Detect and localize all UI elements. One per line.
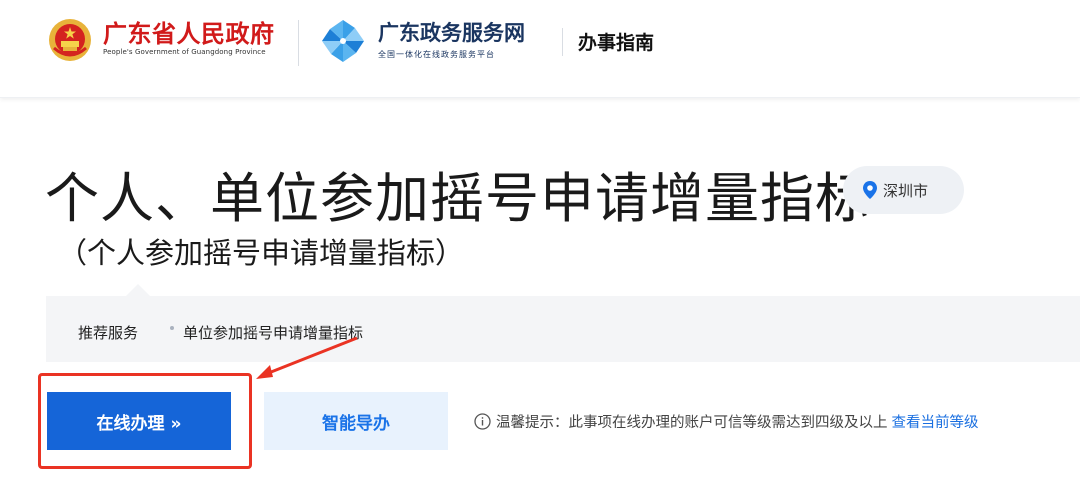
page-title: 个人、单位参加摇号申请增量指标: [45, 167, 870, 230]
check-level-link[interactable]: 查看当前等级: [892, 411, 979, 432]
breadcrumb-item-current[interactable]: 单位参加摇号申请增量指标: [183, 322, 363, 343]
header-divider-2: [562, 28, 563, 56]
header-divider: [298, 20, 299, 66]
hint-row: 温馨提示：此事项在线办理的账户可信等级需达到四级及以上 查看当前等级: [474, 411, 979, 432]
service-subtitle: 全国一体化在线政务服务平台: [378, 50, 495, 59]
gov-name: 广东省人民政府: [103, 20, 275, 48]
breadcrumb-notch: [126, 284, 150, 296]
breadcrumb-item-recommended[interactable]: 推荐服务: [78, 322, 138, 343]
location-text: 深圳市: [883, 181, 929, 200]
info-circle-icon: [474, 413, 491, 430]
page-subtitle: （个人参加摇号申请增量指标）: [58, 236, 465, 270]
online-apply-button[interactable]: 在线办理 »: [47, 392, 231, 450]
gov-name-en: People's Government of Guangdong Provinc…: [103, 48, 266, 56]
smart-guide-button[interactable]: 智能导办: [264, 392, 448, 450]
hint-text: 温馨提示：此事项在线办理的账户可信等级需达到四级及以上: [496, 415, 888, 431]
national-emblem-icon: [49, 19, 91, 61]
breadcrumb-separator: [170, 326, 174, 330]
site-header: 广东省人民政府 People's Government of Guangdong…: [0, 0, 1080, 98]
service-name: 广东政务服务网: [378, 21, 525, 45]
pinwheel-logo-icon: [322, 20, 364, 62]
location-badge[interactable]: 深圳市: [843, 166, 964, 214]
map-pin-icon: [863, 181, 877, 199]
section-label[interactable]: 办事指南: [578, 28, 654, 55]
